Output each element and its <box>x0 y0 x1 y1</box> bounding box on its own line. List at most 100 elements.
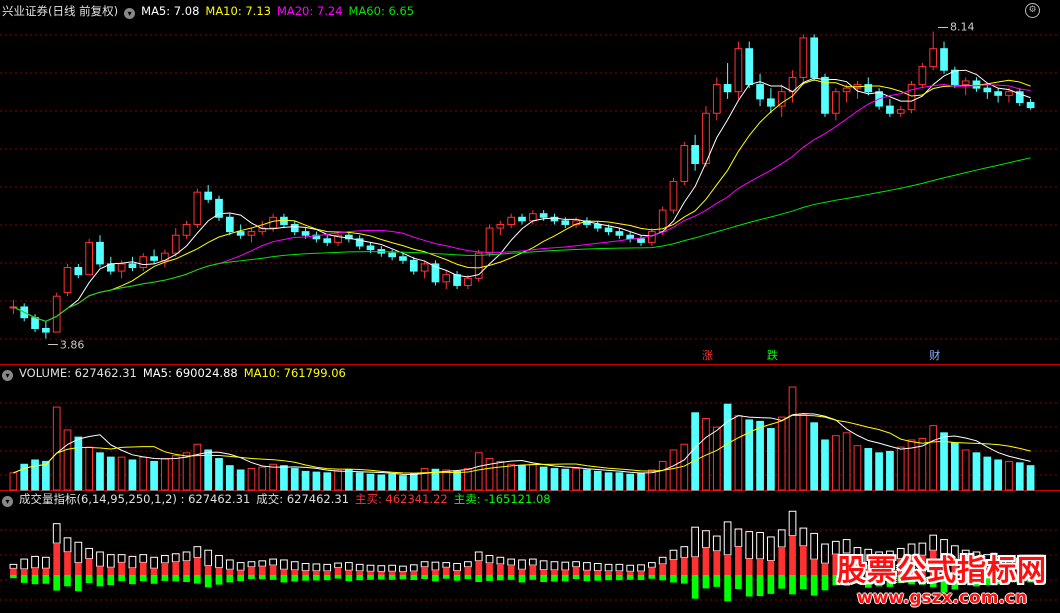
indicator-buy-bar <box>258 566 266 575</box>
volume-bar <box>550 468 559 491</box>
indicator-buy-bar <box>53 543 61 575</box>
indicator-total-bar <box>290 561 299 571</box>
volume-bar <box>366 473 375 491</box>
candle-body <box>940 48 948 71</box>
indicator-sell-bar <box>442 575 450 579</box>
indicator-buy-bar <box>323 570 331 575</box>
indicator-buy-bar <box>735 546 742 575</box>
volume-bar <box>1015 462 1024 491</box>
indicator-total-bar <box>734 528 743 547</box>
indicator-total-bar <box>42 556 50 569</box>
volume-bar <box>150 460 158 491</box>
volume-bar <box>572 468 580 491</box>
indicator-sell-bar <box>778 575 786 589</box>
indicator-buy-bar <box>778 547 786 575</box>
indicator-sell-bar <box>248 575 255 580</box>
indicator-sell-bar <box>464 575 472 580</box>
indicator-total-bar <box>269 558 277 566</box>
chevron-down-icon[interactable]: ▾ <box>124 8 136 19</box>
volume-bar <box>669 449 678 491</box>
gear-icon[interactable]: ⚙ <box>1025 3 1040 18</box>
indicator-sell-bar <box>226 575 234 583</box>
candle-body <box>464 277 472 286</box>
indicator-total-bar <box>150 556 158 569</box>
event-label[interactable]: 涨 <box>700 349 715 363</box>
event-label[interactable]: 跌 <box>765 349 780 363</box>
indicator-buy-bar <box>810 559 818 575</box>
indicator-buy-bar <box>724 554 731 575</box>
indicator-total-bar <box>355 563 364 572</box>
volume-bar <box>96 452 104 491</box>
volume-bar <box>171 455 180 491</box>
volume-bar <box>290 468 299 491</box>
indicator-buy-bar <box>442 567 450 575</box>
indicator-sell-bar <box>453 575 461 581</box>
candle-body <box>777 91 786 107</box>
indicator-sell-bar <box>313 575 320 581</box>
indicator-sell-bar <box>605 575 612 581</box>
indicator-buy-bar <box>670 559 677 575</box>
volume-bar <box>31 459 39 491</box>
indicator-sell-bar <box>735 575 742 589</box>
candle-body <box>680 145 689 182</box>
indicator-total-bar <box>106 554 115 568</box>
indicator-sell-bar <box>258 575 266 580</box>
indicator-total-bar <box>929 534 938 551</box>
volume-bar <box>994 459 1002 491</box>
indicator-total-bar <box>647 562 656 568</box>
volume-bar <box>63 429 72 491</box>
indicator-total-bar <box>723 521 732 556</box>
indicator-buy-bar <box>551 569 558 575</box>
volume-label: VOLUME: 627462.31 <box>19 366 137 380</box>
indicator-buy-bar <box>518 569 526 575</box>
indicator-buy-bar <box>10 568 17 575</box>
indicator-buy-bar <box>269 565 277 575</box>
indicator-sell-bar <box>691 575 699 599</box>
candle-body <box>96 241 104 265</box>
candle-body <box>810 37 819 78</box>
candle-body <box>723 84 732 93</box>
volume-ma10-label: MA10: 761799.06 <box>243 366 346 380</box>
indicator-buy-bar <box>334 567 342 575</box>
indicator-total-bar <box>215 555 223 569</box>
indicator-buy-bar <box>713 550 721 575</box>
indicator-sell-bar <box>399 575 407 580</box>
candle-body <box>388 252 397 258</box>
chevron-down-icon[interactable]: ▾ <box>2 496 13 507</box>
indicator-sell-bar <box>302 575 309 581</box>
candle-body <box>182 223 191 236</box>
indicator-buy-bar <box>410 571 418 575</box>
ma60-line <box>13 157 1031 322</box>
indicator-total-bar <box>528 558 537 566</box>
volume-bar <box>355 472 364 491</box>
indicator-sell-bar <box>42 575 50 584</box>
chevron-down-icon[interactable]: ▾ <box>2 370 13 381</box>
indicator-sell-bar <box>583 575 591 582</box>
event-label[interactable]: 财 <box>927 349 942 363</box>
indicator-sell-bar <box>85 575 93 584</box>
indicator-total-bar <box>474 551 483 562</box>
indicator-sell-bar <box>789 575 796 595</box>
indicator-sell-bar <box>432 575 439 582</box>
volume-bar <box>528 463 537 491</box>
indicator-total-bar <box>420 561 429 568</box>
indicator-header: ▾ 成交量指标(6,14,95,250,1,2) : 627462.31 成交: 6… <box>2 491 557 507</box>
indicator-total-bar <box>572 561 580 568</box>
indicator-buy-bar <box>756 558 764 575</box>
indicator-sell-bar <box>551 575 558 582</box>
volume-bar <box>453 470 461 491</box>
indicator-total-bar <box>9 563 18 569</box>
candle-body <box>799 37 808 78</box>
indicator-total-bar <box>453 562 461 572</box>
volume-bar <box>972 452 981 491</box>
indicator-buy-bar <box>150 568 158 575</box>
candle-body <box>604 227 613 233</box>
indicator-total-bar <box>247 561 256 568</box>
moving-average-lines <box>13 69 1031 322</box>
indicator-buy-bar <box>767 560 775 575</box>
indicator-sell-bar <box>572 575 580 580</box>
candle-body <box>561 220 570 225</box>
candle-body <box>712 84 721 114</box>
indicator-total-bar <box>63 537 72 553</box>
indicator-buy-bar <box>475 560 483 575</box>
